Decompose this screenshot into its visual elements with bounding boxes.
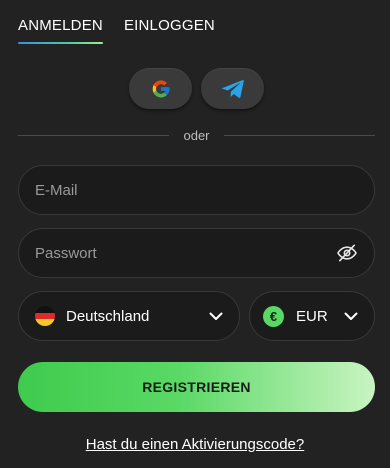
divider-text: oder [183,127,210,143]
registration-page: ANMELDEN EINLOGGEN oder E-Mail Deutschla… [0,0,390,468]
telegram-icon [221,79,244,98]
tab-login[interactable]: EINLOGGEN [124,17,215,44]
country-select[interactable]: Deutschland [18,291,240,341]
google-icon [152,80,169,97]
tab-login-label: EINLOGGEN [123,17,215,34]
currency-select[interactable]: € EUR [249,291,375,341]
register-button[interactable]: REGISTRIEREN [18,362,375,412]
activation-code-link[interactable]: Hast du einen Aktivierungscode? [0,436,390,453]
password-field[interactable] [18,228,375,278]
google-login-button[interactable] [129,68,192,109]
tab-register-label: ANMELDEN [18,17,103,34]
country-label: Deutschland [66,307,150,325]
email-input[interactable] [35,181,358,199]
eye-slash-icon[interactable] [336,242,358,264]
divider-line-left [18,134,170,136]
divider-line-right [223,134,375,136]
telegram-login-button[interactable] [201,68,264,109]
currency-label: EUR [296,307,328,325]
euro-icon: € [263,305,284,327]
email-field[interactable] [18,165,375,215]
password-input[interactable] [35,244,336,262]
chevron-down-icon [344,312,358,320]
chevron-down-icon [209,312,223,320]
tab-register[interactable]: ANMELDEN [18,17,103,44]
active-tab-indicator [18,42,103,44]
or-divider: oder [18,125,375,145]
social-login-buttons [129,68,264,109]
germany-flag-icon [35,306,55,326]
auth-tabs: ANMELDEN EINLOGGEN [18,17,215,44]
